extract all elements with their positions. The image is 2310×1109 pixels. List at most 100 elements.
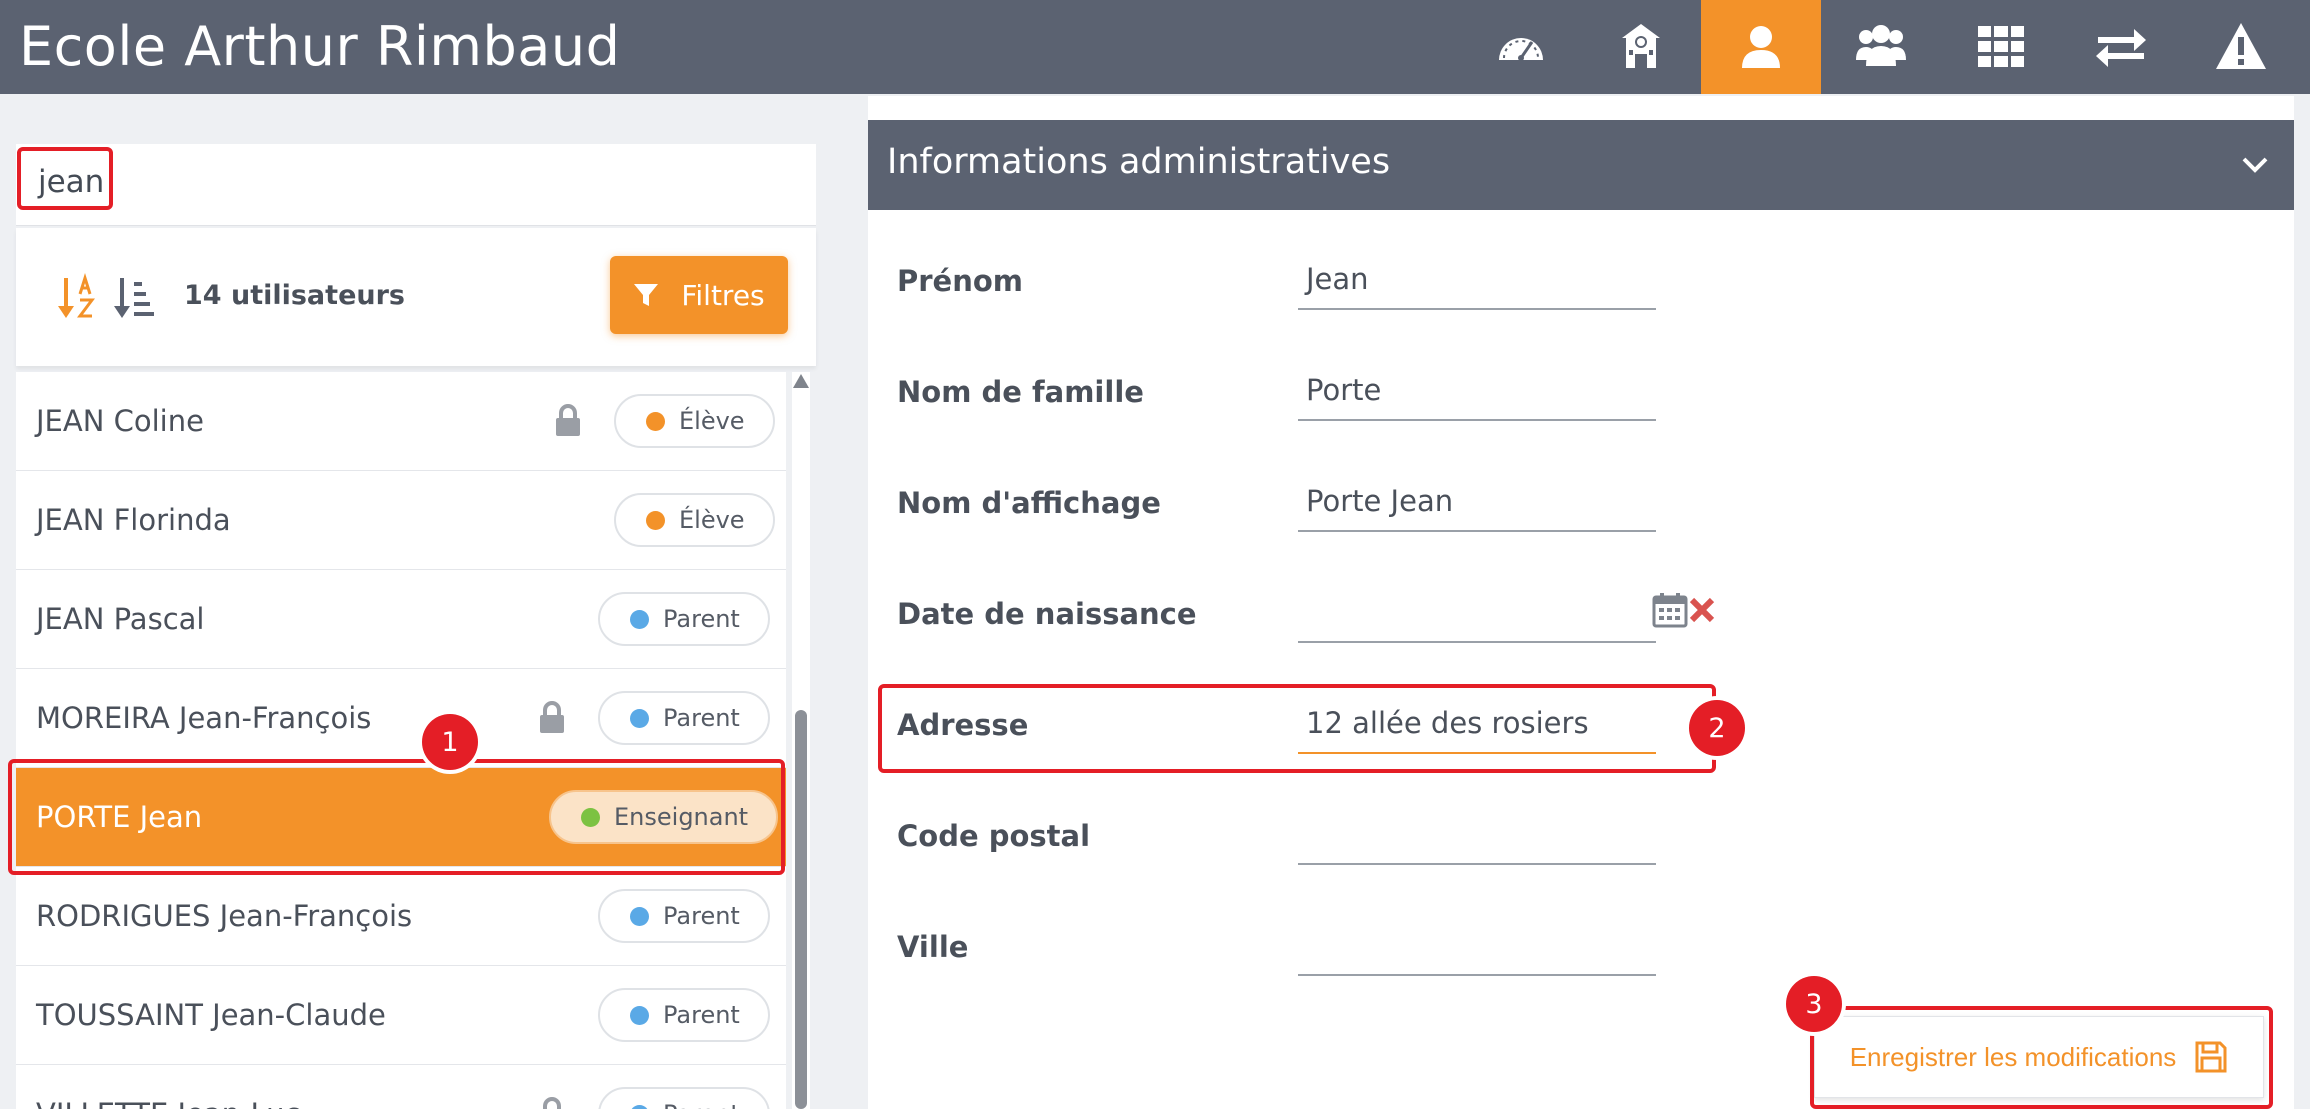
lastname-label: Nom de famille bbox=[897, 375, 1144, 409]
clear-date-icon[interactable] bbox=[1688, 596, 1716, 624]
search-input[interactable]: jean bbox=[38, 164, 104, 200]
list-item[interactable]: RODRIGUES Jean-François Parent bbox=[16, 867, 786, 966]
section-title: Informations administratives bbox=[887, 142, 1391, 182]
birthdate-label: Date de naissance bbox=[897, 597, 1197, 631]
user-name: VILLETTE Jean-Luc bbox=[36, 1097, 300, 1109]
app-title: Ecole Arthur Rimbaud bbox=[19, 15, 621, 78]
list-item[interactable]: MOREIRA Jean-François Parent bbox=[16, 669, 786, 768]
sort-order-icon[interactable] bbox=[112, 272, 156, 322]
role-dot bbox=[630, 1104, 649, 1109]
annotation-marker-1: 1 bbox=[422, 714, 478, 770]
nav-groups[interactable] bbox=[1821, 0, 1941, 94]
address-label: Adresse bbox=[897, 708, 1029, 742]
list-toolbar: 14 utilisateurs Filtres bbox=[16, 228, 816, 366]
address-field[interactable]: 12 allée des rosiers bbox=[1298, 696, 1656, 754]
search-box[interactable]: jean bbox=[16, 144, 816, 226]
user-icon bbox=[1742, 26, 1780, 68]
role-label: Parent bbox=[663, 902, 740, 930]
nav-user[interactable] bbox=[1701, 0, 1821, 94]
user-name: PORTE Jean bbox=[36, 800, 203, 834]
role-badge: Parent bbox=[598, 988, 770, 1042]
firstname-field[interactable]: Jean bbox=[1298, 252, 1656, 310]
user-name: JEAN Florinda bbox=[36, 503, 231, 537]
list-item[interactable]: JEAN Pascal Parent bbox=[16, 570, 786, 669]
list-item[interactable]: JEAN Coline Élève bbox=[16, 372, 786, 471]
scroll-up-arrow-icon[interactable] bbox=[793, 374, 809, 388]
annotation-marker-2: 2 bbox=[1689, 700, 1745, 756]
firstname-value: Jean bbox=[1306, 262, 1369, 296]
role-badge: Parent bbox=[598, 592, 770, 646]
role-label: Parent bbox=[663, 1001, 740, 1029]
role-dot bbox=[581, 807, 600, 827]
role-label: Élève bbox=[679, 506, 745, 534]
displayname-field[interactable]: Porte Jean bbox=[1298, 474, 1656, 532]
role-dot bbox=[630, 708, 649, 728]
role-badge: Parent bbox=[598, 691, 770, 745]
save-button-label: Enregistrer les modifications bbox=[1849, 1041, 2177, 1072]
displayname-label: Nom d'affichage bbox=[897, 486, 1161, 520]
school-building-icon bbox=[1622, 24, 1660, 68]
role-label: Élève bbox=[679, 407, 745, 435]
postalcode-field[interactable] bbox=[1298, 807, 1656, 865]
save-button[interactable]: Enregistrer les modifications bbox=[1814, 1016, 2264, 1098]
warning-triangle-icon bbox=[2216, 23, 2266, 69]
role-label: Parent bbox=[663, 605, 740, 633]
user-name: JEAN Pascal bbox=[36, 602, 205, 636]
filter-button[interactable]: Filtres bbox=[610, 256, 788, 334]
user-name: TOUSSAINT Jean-Claude bbox=[36, 998, 386, 1032]
role-dot bbox=[630, 1005, 649, 1025]
nav-apps[interactable] bbox=[1941, 0, 2061, 94]
birthdate-field[interactable] bbox=[1298, 585, 1656, 643]
city-field[interactable] bbox=[1298, 918, 1656, 976]
apps-grid-icon bbox=[1978, 26, 2024, 67]
city-label: Ville bbox=[897, 930, 969, 964]
lastname-value: Porte bbox=[1306, 373, 1382, 407]
role-dot bbox=[630, 609, 649, 629]
role-badge: Élève bbox=[614, 394, 775, 448]
nav-alerts[interactable] bbox=[2181, 0, 2301, 94]
lock-icon bbox=[543, 1097, 561, 1109]
user-count: 14 utilisateurs bbox=[184, 280, 405, 311]
user-name: RODRIGUES Jean-François bbox=[36, 899, 413, 933]
displayname-value: Porte Jean bbox=[1306, 484, 1454, 518]
user-list: JEAN Coline Élève JEAN Florinda Élève JE… bbox=[16, 372, 786, 1109]
sort-alpha-icon[interactable] bbox=[56, 272, 100, 322]
postalcode-label: Code postal bbox=[897, 819, 1091, 853]
role-label: Parent bbox=[663, 704, 740, 732]
user-name: MOREIRA Jean-François bbox=[36, 701, 372, 735]
address-value: 12 allée des rosiers bbox=[1306, 706, 1589, 740]
list-item-selected[interactable]: PORTE Jean Enseignant bbox=[16, 768, 786, 867]
filter-funnel-icon bbox=[634, 284, 659, 306]
annotation-marker-3: 3 bbox=[1786, 976, 1842, 1032]
top-bar: Ecole Arthur Rimbaud bbox=[0, 0, 2310, 94]
firstname-label: Prénom bbox=[897, 264, 1024, 298]
floppy-disk-icon bbox=[2195, 1041, 2227, 1073]
role-badge: Élève bbox=[614, 493, 775, 547]
users-group-icon bbox=[1856, 25, 1906, 66]
nav-dashboard[interactable] bbox=[1461, 0, 1581, 94]
nav-transfer[interactable] bbox=[2061, 0, 2181, 94]
section-header[interactable]: Informations administratives bbox=[868, 120, 2294, 210]
role-badge: Parent bbox=[598, 1087, 770, 1109]
list-item[interactable]: TOUSSAINT Jean-Claude Parent bbox=[16, 966, 786, 1065]
role-dot bbox=[630, 906, 649, 926]
user-name: JEAN Coline bbox=[36, 404, 204, 438]
role-dot bbox=[646, 411, 665, 431]
calendar-icon[interactable] bbox=[1652, 592, 1688, 628]
list-item[interactable]: VILLETTE Jean-Luc Parent bbox=[16, 1065, 786, 1109]
role-badge: Enseignant bbox=[549, 790, 779, 844]
lastname-field[interactable]: Porte bbox=[1298, 363, 1656, 421]
dashboard-gauge-icon bbox=[1499, 38, 1543, 61]
nav-school[interactable] bbox=[1581, 0, 1701, 94]
transfer-arrows-icon bbox=[2096, 29, 2146, 67]
role-label: Enseignant bbox=[614, 803, 749, 831]
role-label: Parent bbox=[663, 1100, 740, 1109]
scrollbar-thumb[interactable] bbox=[795, 710, 807, 1109]
role-dot bbox=[646, 510, 665, 530]
filter-button-label: Filtres bbox=[681, 278, 765, 312]
list-item[interactable]: JEAN Florinda Élève bbox=[16, 471, 786, 570]
role-badge: Parent bbox=[598, 889, 770, 943]
lock-icon bbox=[540, 701, 564, 733]
details-top-strip bbox=[868, 96, 2294, 118]
chevron-down-icon[interactable] bbox=[2238, 148, 2272, 182]
